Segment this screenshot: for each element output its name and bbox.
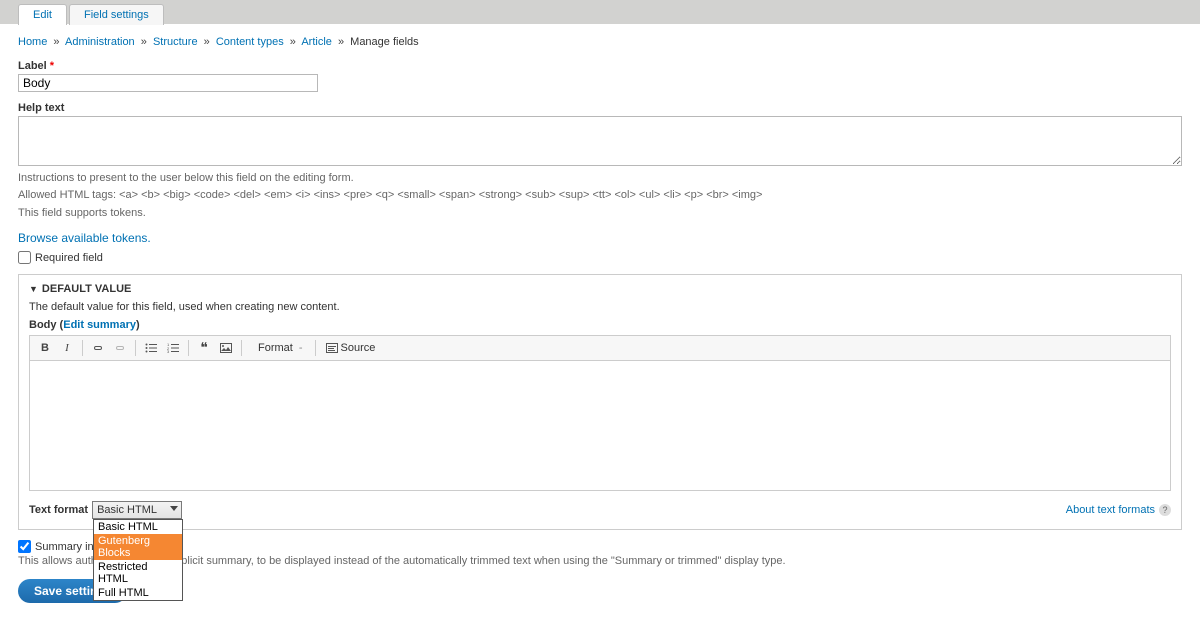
breadcrumb-administration[interactable]: Administration: [65, 36, 135, 48]
breadcrumb-home[interactable]: Home: [18, 36, 47, 48]
tab-edit-label: Edit: [33, 9, 52, 21]
tab-field-settings[interactable]: Field settings: [69, 4, 164, 25]
summary-input-desc: This allows authors to input an explicit…: [18, 555, 1182, 567]
text-format-select[interactable]: Basic HTML: [92, 501, 182, 519]
tab-field-settings-label: Field settings: [84, 9, 149, 21]
blockquote-button[interactable]: ❝: [195, 339, 213, 357]
tab-bar: Edit Field settings: [0, 0, 1200, 24]
breadcrumb-article[interactable]: Article: [301, 36, 332, 48]
breadcrumb: Home » Administration » Structure » Cont…: [18, 36, 1182, 48]
bold-button[interactable]: B: [36, 339, 54, 357]
format-dropdown-label: Format: [258, 342, 293, 354]
chevron-down-icon: [170, 506, 178, 511]
text-format-selected: Basic HTML: [97, 504, 157, 516]
tab-edit[interactable]: Edit: [18, 4, 67, 25]
source-button[interactable]: Source: [326, 342, 376, 354]
breadcrumb-sep: »: [338, 36, 344, 48]
toolbar-separator: [135, 340, 136, 356]
source-icon: [326, 343, 338, 353]
toolbar-separator: [188, 340, 189, 356]
breadcrumb-sep: »: [204, 36, 210, 48]
text-format-option[interactable]: Basic HTML: [94, 520, 182, 534]
breadcrumb-sep: »: [53, 36, 59, 48]
breadcrumb-sep: »: [141, 36, 147, 48]
numbered-list-button[interactable]: 123: [164, 339, 182, 357]
label-input[interactable]: [18, 74, 318, 92]
bullet-list-button[interactable]: [142, 339, 160, 357]
help-icon[interactable]: ?: [1159, 504, 1171, 516]
editor-body[interactable]: [29, 361, 1171, 491]
italic-button[interactable]: I: [58, 339, 76, 357]
image-button[interactable]: [217, 339, 235, 357]
text-format-option[interactable]: Restricted HTML: [94, 560, 182, 586]
edit-summary-link[interactable]: Edit summary: [63, 319, 136, 331]
svg-text:3: 3: [167, 349, 170, 353]
default-value-fieldset: ▼ DEFAULT VALUE The default value for th…: [18, 274, 1182, 530]
toolbar-separator: [241, 340, 242, 356]
help-text-label: Help text: [18, 102, 1182, 114]
default-value-legend[interactable]: ▼ DEFAULT VALUE: [29, 283, 1171, 295]
unlink-button[interactable]: [111, 339, 129, 357]
required-field-checkbox[interactable]: [18, 251, 31, 264]
toolbar-separator: [82, 340, 83, 356]
format-dropdown[interactable]: Format -: [252, 342, 309, 354]
default-value-note: The default value for this field, used w…: [29, 301, 1171, 313]
source-button-label: Source: [341, 342, 376, 354]
breadcrumb-sep: »: [290, 36, 296, 48]
help-text-textarea[interactable]: [18, 116, 1182, 166]
text-format-label: Text format: [29, 504, 88, 516]
help-text-desc-3: This field supports tokens.: [18, 206, 1182, 221]
breadcrumb-structure[interactable]: Structure: [153, 36, 198, 48]
breadcrumb-current: Manage fields: [350, 36, 419, 48]
summary-input-checkbox[interactable]: [18, 540, 31, 553]
help-text-desc-2: Allowed HTML tags: <a> <b> <big> <code> …: [18, 188, 1182, 203]
browse-tokens-link[interactable]: Browse available tokens.: [18, 231, 151, 245]
label-label: Label *: [18, 60, 1182, 72]
editor-toolbar: B I 123 ❝ Format -: [29, 335, 1171, 361]
help-text-desc-1: Instructions to present to the user belo…: [18, 171, 1182, 186]
default-value-legend-text: DEFAULT VALUE: [42, 283, 131, 295]
about-text-formats-link[interactable]: About text formats: [1066, 504, 1155, 516]
text-format-option[interactable]: Gutenberg Blocks: [94, 534, 182, 560]
collapse-icon: ▼: [29, 284, 38, 294]
breadcrumb-content-types[interactable]: Content types: [216, 36, 284, 48]
required-field-label: Required field: [35, 252, 103, 264]
text-format-option[interactable]: Full HTML: [94, 586, 182, 600]
required-marker: *: [50, 60, 54, 72]
toolbar-separator: [315, 340, 316, 356]
link-button[interactable]: [89, 339, 107, 357]
text-format-dropdown: Basic HTML Gutenberg Blocks Restricted H…: [93, 519, 183, 601]
body-field-label: Body (Edit summary): [29, 319, 1171, 331]
